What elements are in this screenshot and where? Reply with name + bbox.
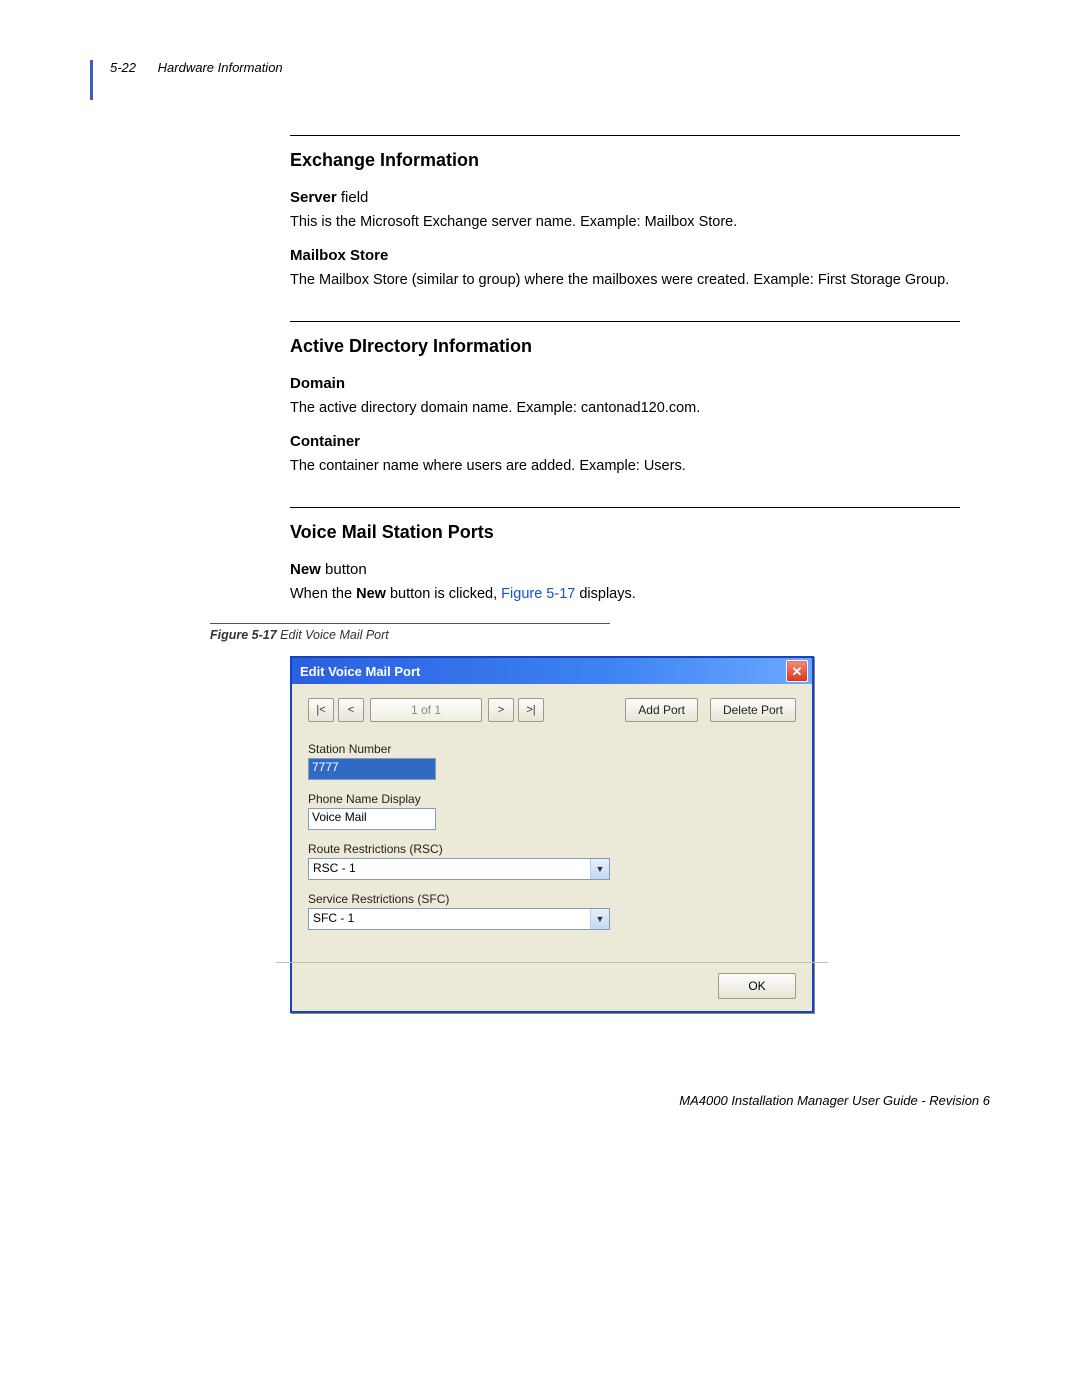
chevron-down-icon: ▼ xyxy=(590,909,609,929)
new-desc-bold: New xyxy=(356,586,386,602)
para-server-desc: This is the Microsoft Exchange server na… xyxy=(290,212,960,233)
subhead-new: New button xyxy=(290,561,960,578)
rsc-label: Route Restrictions (RSC) xyxy=(308,842,796,856)
subhead-new-bold: New xyxy=(290,561,321,578)
subhead-new-suffix: button xyxy=(321,561,367,578)
sfc-value: SFC - 1 xyxy=(309,909,590,929)
document-page: 5-22 Hardware Information Exchange Infor… xyxy=(0,0,1080,1158)
page-number: 5-22 xyxy=(110,60,136,75)
para-container-desc: The container name where users are added… xyxy=(290,456,960,477)
figure-rule xyxy=(210,623,610,624)
station-number-input[interactable]: 7777 xyxy=(308,758,436,780)
sfc-select[interactable]: SFC - 1 ▼ xyxy=(308,908,610,930)
para-mailbox-desc: The Mailbox Store (similar to group) whe… xyxy=(290,270,960,291)
edit-voice-mail-port-dialog: Edit Voice Mail Port ✕ |< < 1 of 1 > >| … xyxy=(290,656,814,1013)
new-desc-mid: button is clicked, xyxy=(386,586,501,602)
nav-next-button[interactable]: > xyxy=(488,698,514,722)
nav-prev-button[interactable]: < xyxy=(338,698,364,722)
ok-button[interactable]: OK xyxy=(718,973,796,999)
nav-first-button[interactable]: |< xyxy=(308,698,334,722)
station-number-label: Station Number xyxy=(308,742,796,756)
rsc-value: RSC - 1 xyxy=(309,859,590,879)
sfc-label: Service Restrictions (SFC) xyxy=(308,892,796,906)
close-button[interactable]: ✕ xyxy=(786,660,808,682)
subhead-server-bold: Server xyxy=(290,189,337,206)
dialog-body: |< < 1 of 1 > >| Add Port Delete Port St… xyxy=(292,684,812,940)
delete-port-button[interactable]: Delete Port xyxy=(710,698,796,722)
nav-row: |< < 1 of 1 > >| Add Port Delete Port xyxy=(308,698,796,722)
chevron-down-icon: ▼ xyxy=(590,859,609,879)
figure-caption: Figure 5-17 Edit Voice Mail Port xyxy=(210,628,960,642)
phone-name-input[interactable]: Voice Mail xyxy=(308,808,436,830)
subhead-mailbox: Mailbox Store xyxy=(290,247,960,264)
phone-name-label: Phone Name Display xyxy=(308,792,796,806)
figure-link[interactable]: Figure 5-17 xyxy=(501,586,575,602)
rsc-select[interactable]: RSC - 1 ▼ xyxy=(308,858,610,880)
section-title-exchange: Exchange Information xyxy=(290,150,960,171)
figure-caption-text: Edit Voice Mail Port xyxy=(277,628,389,642)
figure-caption-num: Figure 5-17 xyxy=(210,628,277,642)
subhead-server-suffix: field xyxy=(337,189,369,206)
dialog-title: Edit Voice Mail Port xyxy=(300,664,420,679)
nav-last-button[interactable]: >| xyxy=(518,698,544,722)
section-rule xyxy=(290,507,960,508)
content-area: Exchange Information Server field This i… xyxy=(290,135,960,1013)
ok-row: OK xyxy=(292,963,812,1011)
section-title-ad: Active DIrectory Information xyxy=(290,336,960,357)
dialog-titlebar[interactable]: Edit Voice Mail Port ✕ xyxy=(292,658,812,684)
new-desc-post: displays. xyxy=(575,586,635,602)
nav-count: 1 of 1 xyxy=(370,698,482,722)
section-rule xyxy=(290,321,960,322)
page-header: 5-22 Hardware Information xyxy=(110,60,990,75)
close-icon: ✕ xyxy=(792,665,803,678)
header-title: Hardware Information xyxy=(158,60,283,75)
section-rule xyxy=(290,135,960,136)
subhead-server: Server field xyxy=(290,189,960,206)
page-footer: MA4000 Installation Manager User Guide -… xyxy=(90,1093,990,1108)
header-rule xyxy=(90,60,93,100)
para-domain-desc: The active directory domain name. Exampl… xyxy=(290,398,960,419)
new-desc-pre: When the xyxy=(290,586,356,602)
subhead-domain: Domain xyxy=(290,375,960,392)
section-title-vm: Voice Mail Station Ports xyxy=(290,522,960,543)
para-new-desc: When the New button is clicked, Figure 5… xyxy=(290,584,960,605)
add-port-button[interactable]: Add Port xyxy=(625,698,698,722)
subhead-container: Container xyxy=(290,433,960,450)
